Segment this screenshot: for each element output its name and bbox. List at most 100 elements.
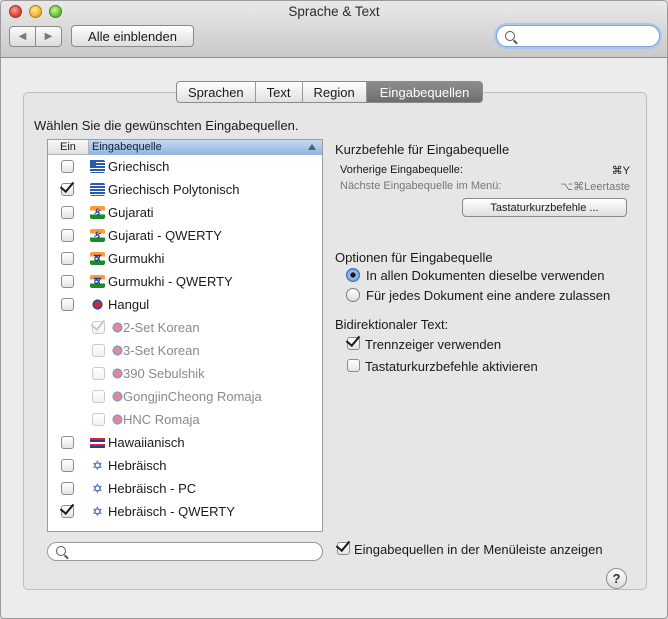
list-item[interactable]: ✡ Hebräisch - PC [48,477,322,500]
gujarati-qwerty-icon: ક [90,229,105,242]
checkmark-icon [59,177,75,194]
tab-region[interactable]: Region [303,82,367,102]
tab-text[interactable]: Text [256,82,303,102]
list-item[interactable]: Hangul [48,293,322,316]
gujarati-icon: ક [90,206,105,219]
list-item-label: Gujarati [108,205,154,220]
greek-polytonic-flag-icon [90,183,105,196]
list-item-label: 3-Set Korean [123,343,200,358]
checkmark-icon [90,315,106,332]
column-header-source-label: Eingabequelle [92,141,162,153]
radio-per-document[interactable] [346,288,360,302]
cursor-label: Trennzeiger verwenden [365,337,502,352]
list-item-label: Gurmukhi [108,251,165,266]
nav-back-forward: ◀ ▶ [9,26,62,47]
radio-diff-label: Für jedes Dokument eine andere zulassen [366,288,611,303]
list-item[interactable]: ਕ Gurmukhi [48,247,322,270]
korea-flag-icon [90,298,105,311]
next-source-label: Nächste Eingabequelle im Menü: [340,180,502,192]
enable-checkbox[interactable] [61,160,74,173]
enable-checkbox[interactable] [61,229,74,242]
list-item-label: Gurmukhi - QWERTY [108,274,233,289]
list-item[interactable]: ਕ Gurmukhi - QWERTY [48,270,322,293]
list-item[interactable]: Hawaiianisch [48,431,322,454]
list-item-label: HNC Romaja [123,412,200,427]
cursor-checkbox[interactable] [345,331,361,350]
next-source-key: ⌥⌘Leertaste [560,181,630,193]
prev-source-label: Vorherige Eingabequelle: [340,164,463,176]
enable-checkbox[interactable] [61,482,74,495]
enable-checkbox[interactable] [61,275,74,288]
sort-ascending-icon [308,144,316,150]
tab-sprachen[interactable]: Sprachen [177,82,256,102]
list-item-label: Hangul [108,297,150,312]
radio-same-label: In allen Dokumenten dieselbe verwenden [366,268,605,283]
list-item-label: Hawaiianisch [108,435,185,450]
enable-checkbox[interactable] [61,206,74,219]
forward-arrow-icon[interactable]: ▶ [36,27,61,46]
enable-checkbox[interactable] [61,252,74,265]
bidi-shortcuts-label: Tastaturkurzbefehle aktivieren [365,359,538,374]
instruction-text: Wählen Sie die gewünschten Eingabequelle… [34,118,299,133]
title-bar: Sprache & Text ◀ ▶ Alle einblenden [1,1,667,58]
list-item-label: Gujarati - QWERTY [108,228,222,243]
help-button[interactable]: ? [606,568,627,589]
enable-checkbox[interactable] [61,436,74,449]
options-heading: Optionen für Eingabequelle [335,250,493,265]
list-item-label: 390 Sebulshik [123,366,205,381]
bidi-shortcuts-checkbox[interactable] [347,359,360,372]
list-item[interactable]: GongjinCheong Romaja [48,385,322,408]
list-item[interactable]: ક Gujarati - QWERTY [48,224,322,247]
tab-eingabequellen[interactable]: Eingabequellen [366,82,483,102]
list-item[interactable]: 390 Sebulshik [48,362,322,385]
filter-input[interactable] [47,542,323,561]
enable-checkbox[interactable] [61,459,74,472]
show-all-button[interactable]: Alle einblenden [71,25,194,47]
enable-checkbox [92,344,105,357]
list-item-label: Griechisch Polytonisch [108,182,240,197]
shortcuts-heading: Kurzbefehle für Eingabequelle [335,142,510,157]
enable-checkbox[interactable] [61,298,74,311]
list-item-label: GongjinCheong Romaja [123,389,262,404]
column-header-source[interactable]: Eingabequelle [89,140,322,155]
hebrew-star-icon: ✡ [92,457,103,473]
column-header-on[interactable]: Ein [48,140,89,155]
list-item-label: Hebräisch - QWERTY [108,504,235,519]
list-item-label: Griechisch [108,159,170,174]
list-item[interactable]: Griechisch [48,155,322,178]
hebrew-qwerty-icon: ✡ [92,503,103,519]
enable-checkbox [90,315,106,334]
list-item[interactable]: HNC Romaja [48,408,322,431]
prev-source-key: ⌘Y [611,165,630,177]
list-item[interactable]: ક Gujarati [48,201,322,224]
greek-flag-icon [90,160,105,173]
enable-checkbox[interactable] [59,177,75,196]
radio-same-for-all[interactable] [346,268,360,282]
window-title: Sprache & Text [288,4,380,19]
list-item-label: 2-Set Korean [123,320,200,335]
preferences-window: Sprache & Text ◀ ▶ Alle einblenden Sprac… [0,0,668,619]
back-arrow-icon[interactable]: ◀ [10,27,36,46]
list-item-label: Hebräisch - PC [108,481,197,496]
gurmukhi-icon: ਕ [90,252,105,265]
list-item[interactable]: ✡ Hebräisch - QWERTY [48,499,322,523]
enable-checkbox [92,390,105,403]
input-source-list[interactable]: Ein Eingabequelle Griechisch Griechisch P… [47,139,323,532]
show-in-menubar-checkbox[interactable] [335,536,351,555]
list-item[interactable]: 2-Set Korean [48,315,322,339]
search-input[interactable] [496,25,660,47]
enable-checkbox [92,413,105,426]
enable-checkbox[interactable] [59,499,75,518]
gurmukhi-qwerty-icon: ਕ [90,275,105,288]
list-item[interactable]: Griechisch Polytonisch [48,177,322,201]
hebrew-pc-icon: ✡ [92,480,103,496]
bidi-heading: Bidirektionaler Text: [335,317,449,332]
filter-search-icon [56,546,66,556]
list-item-label: Hebräisch [108,458,167,473]
enable-checkbox [92,367,105,380]
show-in-menubar-label: Eingabequellen in der Menüleiste anzeige… [354,542,603,557]
list-item[interactable]: ✡ Hebräisch [48,454,322,477]
keyboard-shortcuts-button[interactable]: Tastaturkurzbefehle ... [462,198,627,217]
search-icon [505,31,515,41]
list-item[interactable]: 3-Set Korean [48,339,322,362]
